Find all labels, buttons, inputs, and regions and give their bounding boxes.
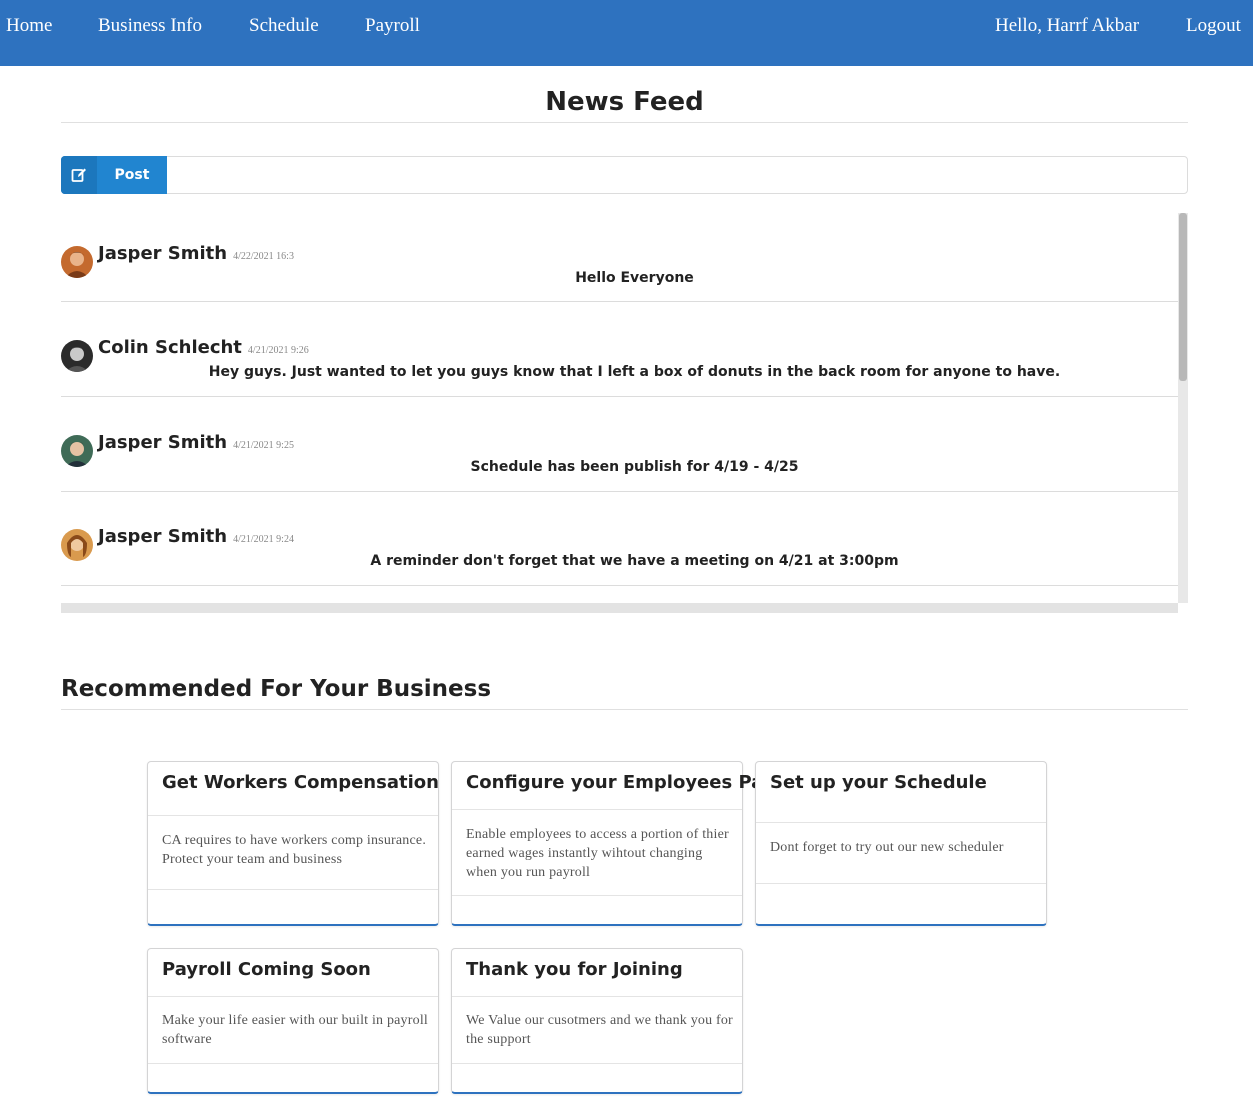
post-message: Schedule has been publish for 4/19 - 4/2…	[470, 459, 799, 475]
post-message: Hey guys. Just wanted to let you guys kn…	[208, 364, 1061, 380]
news-feed-list[interactable]: Jasper Smith 4/22/2021 16:3 Hello Everyon…	[61, 213, 1188, 613]
card-body: Dont forget to try out our new scheduler	[770, 840, 1004, 855]
nav-home-link[interactable]: Home	[6, 15, 52, 37]
feed-post: Jasper Smith 4/22/2021 16:3 Hello Everyon…	[61, 213, 1178, 302]
recommendation-card-thank-you[interactable]: Thank you for Joining We Value our cusot…	[451, 948, 743, 1094]
card-divider	[148, 815, 438, 816]
nav-payroll-link[interactable]: Payroll	[365, 15, 420, 37]
post-author[interactable]: Jasper Smith 4/21/2021 9:24	[98, 526, 294, 547]
card-divider	[452, 996, 742, 997]
card-footer-divider	[148, 889, 438, 890]
recommended-heading: Recommended For Your Business	[61, 676, 492, 702]
post-author-name: Jasper Smith	[98, 526, 228, 547]
post-author-name: Jasper Smith	[98, 432, 228, 453]
card-body: Make your life easier with our built in …	[162, 1013, 429, 1047]
post-timestamp: 4/21/2021 9:25	[233, 440, 294, 451]
nav-business-info-link[interactable]: Business Info	[98, 15, 202, 37]
title-divider	[61, 122, 1188, 123]
recommendation-card-payroll[interactable]: Payroll Coming Soon Make your life easie…	[147, 948, 439, 1094]
card-footer-divider	[148, 1063, 438, 1064]
feed-vertical-scrollbar[interactable]	[1179, 213, 1187, 381]
card-body: We Value our cusotmers and we thank you …	[466, 1013, 733, 1047]
post-message: Hello Everyone	[575, 270, 694, 286]
post-timestamp: 4/21/2021 9:24	[233, 534, 294, 545]
feed-post: Jasper Smith 4/21/2021 9:25 Schedule has …	[61, 397, 1178, 492]
feed-post: Colin Schlecht 4/21/2021 9:26 Hey guys. J…	[61, 302, 1178, 397]
recommendation-card-schedule[interactable]: Set up your Schedule Dont forget to try …	[755, 761, 1047, 926]
card-body: Enable employees to access a portion of …	[466, 827, 729, 880]
card-title: Thank you for Joining	[466, 959, 683, 980]
card-divider	[756, 822, 1046, 823]
logout-link[interactable]: Logout	[1186, 15, 1241, 37]
post-author[interactable]: Jasper Smith 4/22/2021 16:3	[98, 243, 294, 264]
recommendation-card-employee-pay[interactable]: Configure your Employees Pay Enable empl…	[451, 761, 774, 926]
card-footer-divider	[756, 883, 1046, 884]
user-greeting[interactable]: Hello, Harrf Akbar	[995, 15, 1139, 37]
recommendation-card-workers-comp[interactable]: Get Workers Compensation CA requires to …	[147, 761, 439, 926]
nav-schedule-link[interactable]: Schedule	[249, 15, 319, 37]
post-timestamp: 4/22/2021 16:3	[233, 251, 294, 262]
feed-post: Jasper Smith 4/21/2021 9:24 A reminder do…	[61, 492, 1178, 586]
page-title: News Feed	[545, 87, 704, 117]
card-footer-divider	[452, 895, 742, 896]
post-author[interactable]: Jasper Smith 4/21/2021 9:25	[98, 432, 294, 453]
card-divider	[452, 809, 742, 810]
card-title: Get Workers Compensation	[162, 772, 439, 793]
card-divider	[148, 996, 438, 997]
card-body: CA requires to have workers comp insuran…	[162, 833, 427, 867]
recommended-divider	[61, 709, 1188, 710]
post-input-bar[interactable]	[61, 156, 1188, 194]
post-button[interactable]: Post	[61, 156, 167, 194]
post-author-name: Colin Schlecht	[98, 337, 242, 358]
card-footer-divider	[452, 1063, 742, 1064]
post-timestamp: 4/21/2021 9:26	[247, 345, 309, 356]
card-title: Set up your Schedule	[770, 772, 987, 793]
card-title: Configure your Employees Pay	[466, 772, 775, 793]
top-navbar: Home Business Info Schedule Payroll Hell…	[0, 0, 1253, 66]
edit-icon	[61, 156, 97, 194]
post-message: A reminder don't forget that we have a m…	[370, 553, 899, 569]
card-title: Payroll Coming Soon	[162, 959, 371, 980]
post-author[interactable]: Colin Schlecht 4/21/2021 9:26	[98, 337, 309, 358]
post-button-label: Post	[114, 167, 150, 183]
post-author-name: Jasper Smith	[98, 243, 228, 264]
feed-horizontal-scrollbar[interactable]	[61, 603, 1178, 613]
